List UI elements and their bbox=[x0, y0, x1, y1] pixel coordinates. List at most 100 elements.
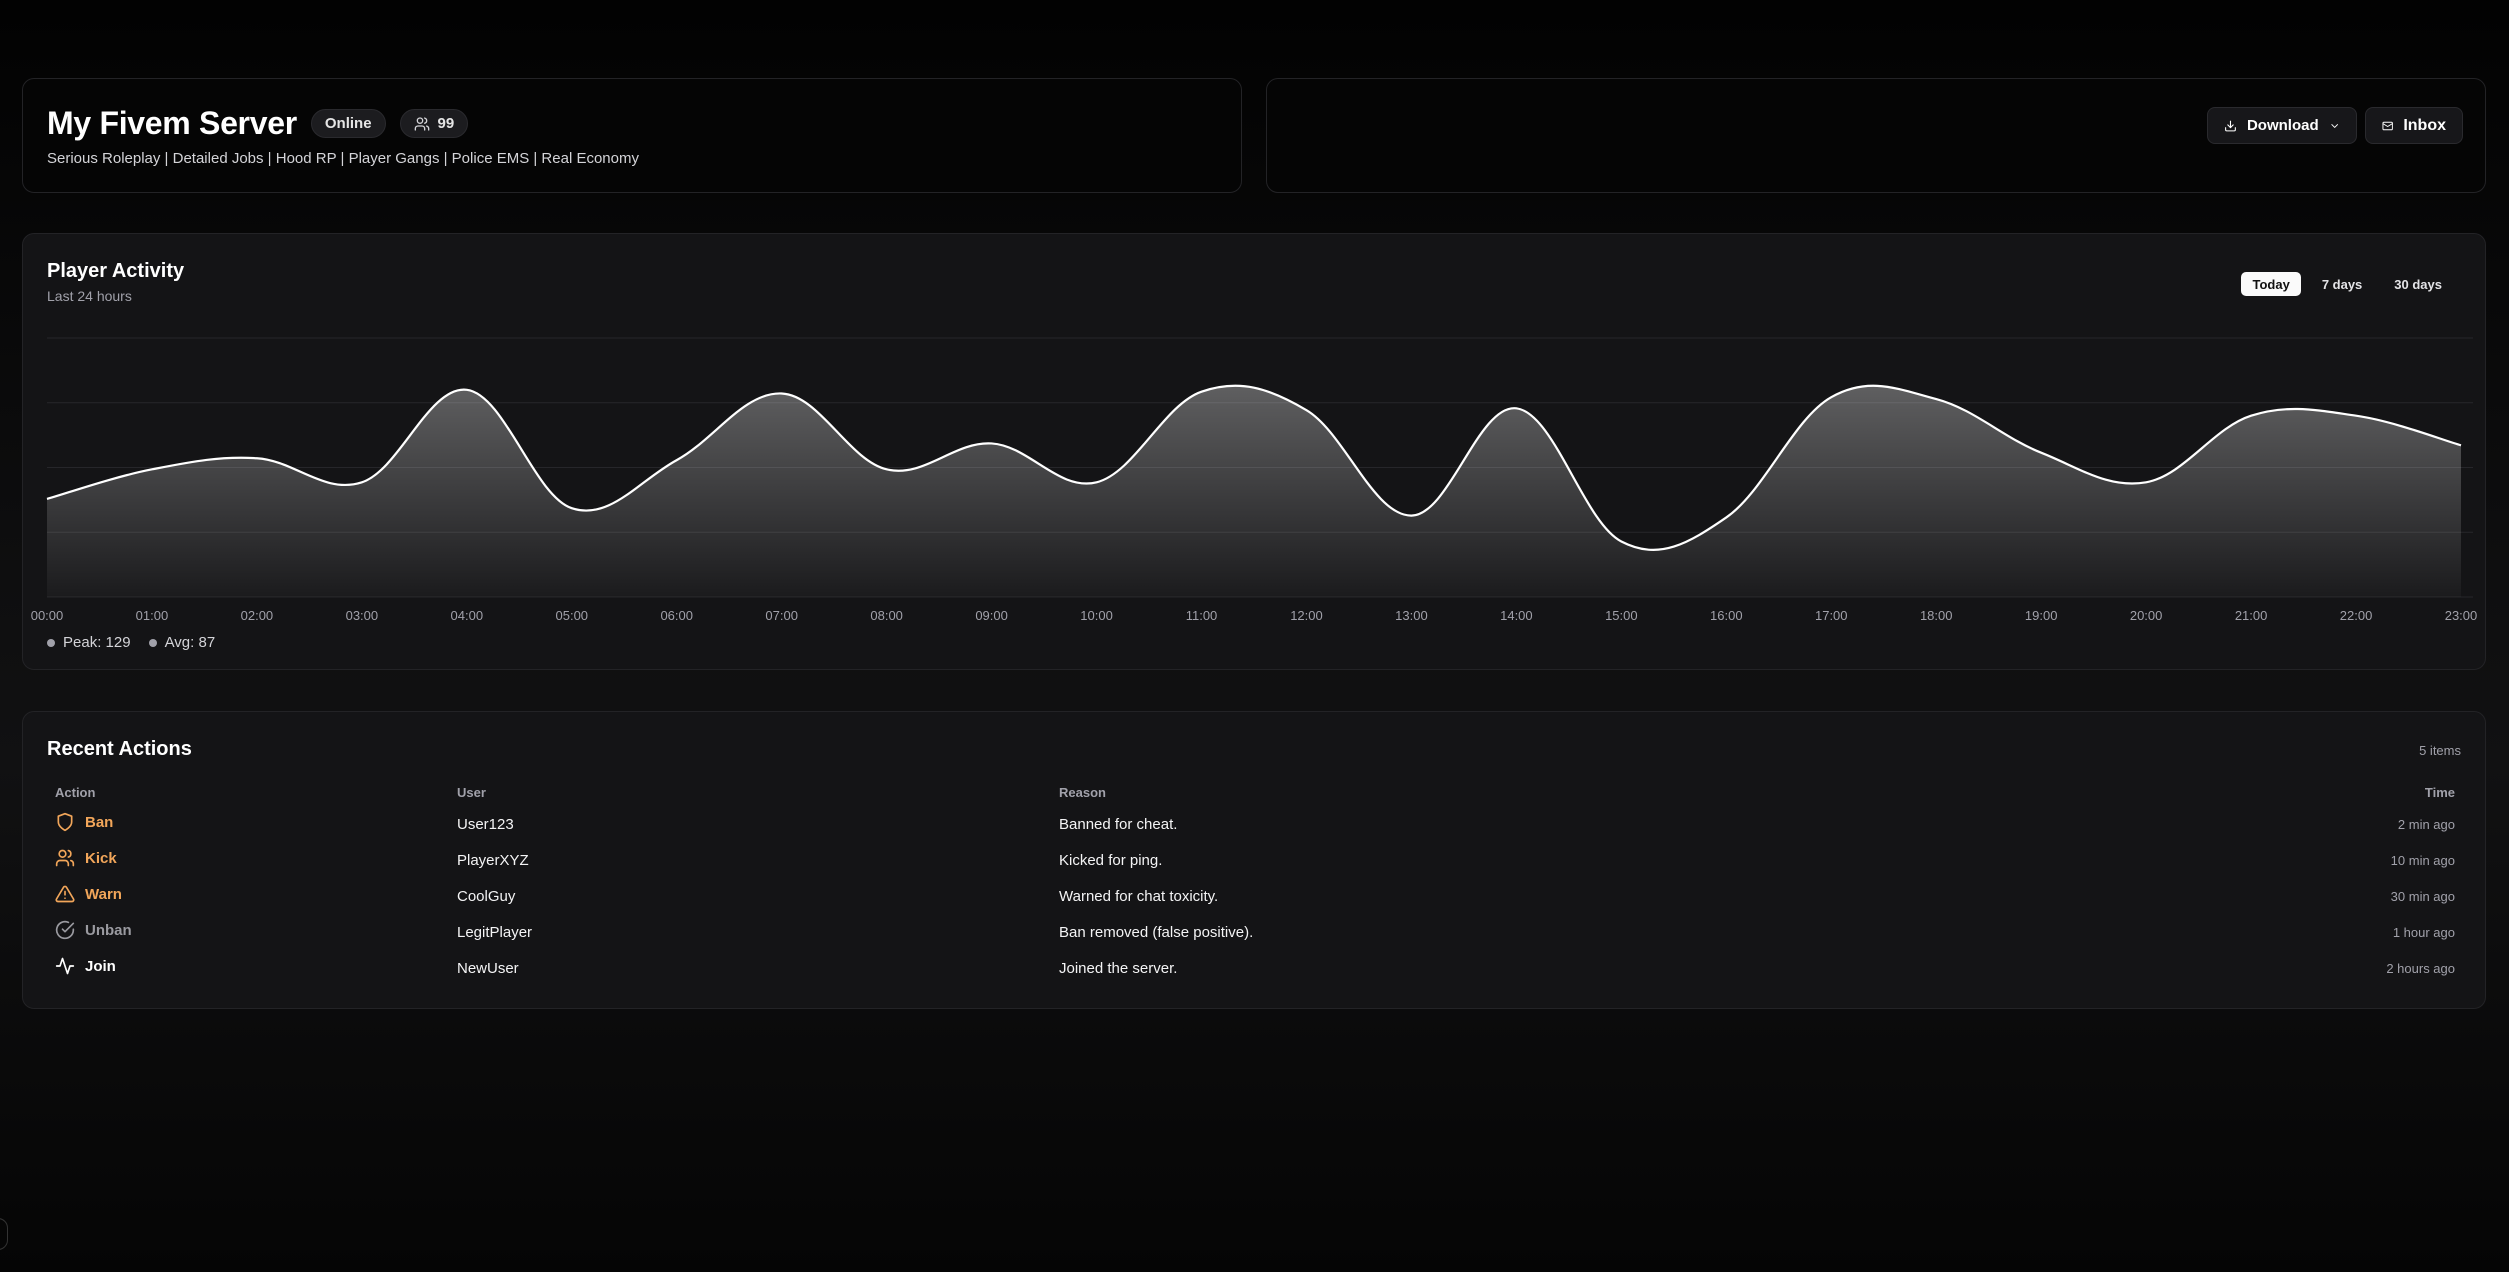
action-label: Warn bbox=[85, 885, 122, 903]
download-button[interactable]: Download bbox=[2207, 107, 2357, 144]
table-row[interactable]: Unban LegitPlayer Ban removed (false pos… bbox=[47, 914, 2463, 950]
x-tick-label: 23:00 bbox=[2445, 608, 2478, 623]
toolbar-card: Download Inbox bbox=[1266, 78, 2486, 193]
avg-dot bbox=[148, 639, 157, 648]
peak-label: Peak: 129 bbox=[63, 634, 131, 651]
x-tick-label: 21:00 bbox=[2235, 608, 2268, 623]
player-count-badge: 99 bbox=[399, 109, 469, 138]
warning-icon bbox=[55, 885, 75, 903]
table-row[interactable]: Join NewUser Joined the server. 2 hours … bbox=[47, 950, 2463, 986]
x-tick-label: 07:00 bbox=[765, 608, 798, 623]
recent-actions-card: Recent Actions 5 items Action User Reaso… bbox=[22, 711, 2486, 1009]
server-title: My Fivem Server bbox=[47, 105, 297, 141]
player-activity-card: Player Activity Last 24 hours Today 7 da… bbox=[22, 233, 2486, 670]
action-label: Unban bbox=[85, 921, 132, 939]
activity-stats: Peak: 129 Avg: 87 bbox=[47, 634, 215, 651]
x-tick-label: 05:00 bbox=[556, 608, 589, 623]
table-row[interactable]: Ban User123 Banned for cheat. 2 min ago bbox=[47, 806, 2463, 842]
user-cell: PlayerXYZ bbox=[457, 851, 529, 869]
user-cell: CoolGuy bbox=[457, 887, 516, 905]
x-tick-label: 17:00 bbox=[1815, 608, 1848, 623]
table-row[interactable]: Warn CoolGuy Warned for chat toxicity. 3… bbox=[47, 878, 2463, 914]
download-icon bbox=[2225, 120, 2236, 131]
mail-icon bbox=[2382, 121, 2393, 130]
x-tick-label: 02:00 bbox=[241, 608, 274, 623]
peak-dot bbox=[47, 639, 55, 648]
time-cell: 10 min ago bbox=[2390, 852, 2455, 868]
chevron-down-icon bbox=[2331, 123, 2338, 128]
reason-cell: Joined the server. bbox=[1059, 959, 1178, 977]
x-tick-label: 06:00 bbox=[660, 608, 693, 623]
user-cell: NewUser bbox=[457, 959, 519, 977]
status-badge: Online bbox=[310, 109, 386, 138]
column-user: User bbox=[457, 784, 486, 800]
action-cell: Warn bbox=[47, 878, 449, 914]
reason-cell: Banned for cheat. bbox=[1059, 815, 1178, 833]
action-warn: Warn bbox=[55, 884, 122, 904]
action-kick: Kick bbox=[55, 848, 117, 868]
scroll-handle[interactable] bbox=[0, 1218, 8, 1250]
x-tick-label: 19:00 bbox=[2025, 608, 2058, 623]
server-tags: Serious Roleplay | Detailed Jobs | Hood … bbox=[47, 150, 639, 167]
x-tick-label: 09:00 bbox=[975, 608, 1008, 623]
x-tick-label: 00:00 bbox=[31, 608, 64, 623]
x-tick-label: 01:00 bbox=[136, 608, 169, 623]
time-cell: 1 hour ago bbox=[2392, 924, 2455, 940]
x-tick-label: 12:00 bbox=[1290, 608, 1323, 623]
x-tick-label: 04:00 bbox=[451, 608, 484, 623]
activity-chart: 00:00 01:00 02:00 03:00 04:00 05:00 06:00 07:00… bbox=[31, 337, 2478, 623]
avg-stat: Avg: 87 bbox=[148, 634, 216, 651]
shield-icon bbox=[57, 812, 73, 832]
activity-area bbox=[47, 385, 2461, 597]
server-header-card: My Fivem Server Online 99 Serious Rolepl… bbox=[22, 78, 1242, 193]
x-tick-label: 03:00 bbox=[346, 608, 379, 623]
action-cell: Ban bbox=[47, 806, 449, 842]
x-tick-label: 16:00 bbox=[1710, 608, 1743, 623]
inbox-button[interactable]: Inbox bbox=[2365, 107, 2463, 144]
x-tick-label: 13:00 bbox=[1395, 608, 1428, 623]
peak-stat: Peak: 129 bbox=[47, 634, 131, 651]
action-join: Join bbox=[55, 956, 116, 976]
download-label: Download bbox=[2246, 117, 2319, 134]
time-cell: 2 min ago bbox=[2397, 816, 2455, 832]
reason-cell: Ban removed (false positive). bbox=[1059, 923, 1254, 941]
users-icon bbox=[55, 849, 75, 867]
column-action: Action bbox=[55, 784, 96, 800]
user-cell: User123 bbox=[457, 815, 514, 833]
recent-actions-title: Recent Actions bbox=[47, 738, 192, 760]
x-tick-label: 10:00 bbox=[1080, 608, 1113, 623]
action-unban: Unban bbox=[55, 920, 132, 940]
action-label: Join bbox=[85, 957, 116, 975]
time-cell: 2 hours ago bbox=[2386, 960, 2455, 976]
x-tick-label: 14:00 bbox=[1500, 608, 1533, 623]
x-tick-label: 08:00 bbox=[870, 608, 903, 623]
reason-cell: Warned for chat toxicity. bbox=[1059, 887, 1219, 905]
server-title-row: My Fivem Server Online 99 bbox=[47, 105, 469, 142]
users-icon bbox=[414, 116, 429, 131]
column-time: Time bbox=[2424, 784, 2455, 800]
recent-actions-table: Action User Reason Time Ban User123 Bann… bbox=[47, 778, 2463, 986]
x-tick-label: 20:00 bbox=[2130, 608, 2163, 623]
inbox-label: Inbox bbox=[2403, 116, 2446, 134]
action-cell: Join bbox=[47, 950, 449, 986]
table-row[interactable]: Kick PlayerXYZ Kicked for ping. 10 min a… bbox=[47, 842, 2463, 878]
x-tick-label: 11:00 bbox=[1186, 608, 1218, 623]
user-cell: LegitPlayer bbox=[457, 923, 533, 941]
items-count: 5 items bbox=[2419, 743, 2461, 758]
activity-icon bbox=[55, 957, 75, 975]
table-header-row: Action User Reason Time bbox=[47, 778, 2463, 806]
action-cell: Kick bbox=[47, 842, 449, 878]
action-label: Ban bbox=[85, 813, 114, 831]
avg-label: Avg: 87 bbox=[164, 634, 216, 651]
x-tick-label: 18:00 bbox=[1920, 608, 1953, 623]
time-cell: 30 min ago bbox=[2390, 888, 2455, 904]
player-count: 99 bbox=[437, 115, 455, 132]
action-cell: Unban bbox=[47, 914, 449, 950]
x-tick-label: 22:00 bbox=[2340, 608, 2373, 623]
action-ban: Ban bbox=[55, 812, 113, 832]
column-reason: Reason bbox=[1059, 784, 1106, 800]
check-circle-icon bbox=[55, 920, 75, 940]
action-label: Kick bbox=[85, 849, 117, 867]
x-tick-label: 15:00 bbox=[1605, 608, 1638, 623]
reason-cell: Kicked for ping. bbox=[1059, 851, 1163, 869]
